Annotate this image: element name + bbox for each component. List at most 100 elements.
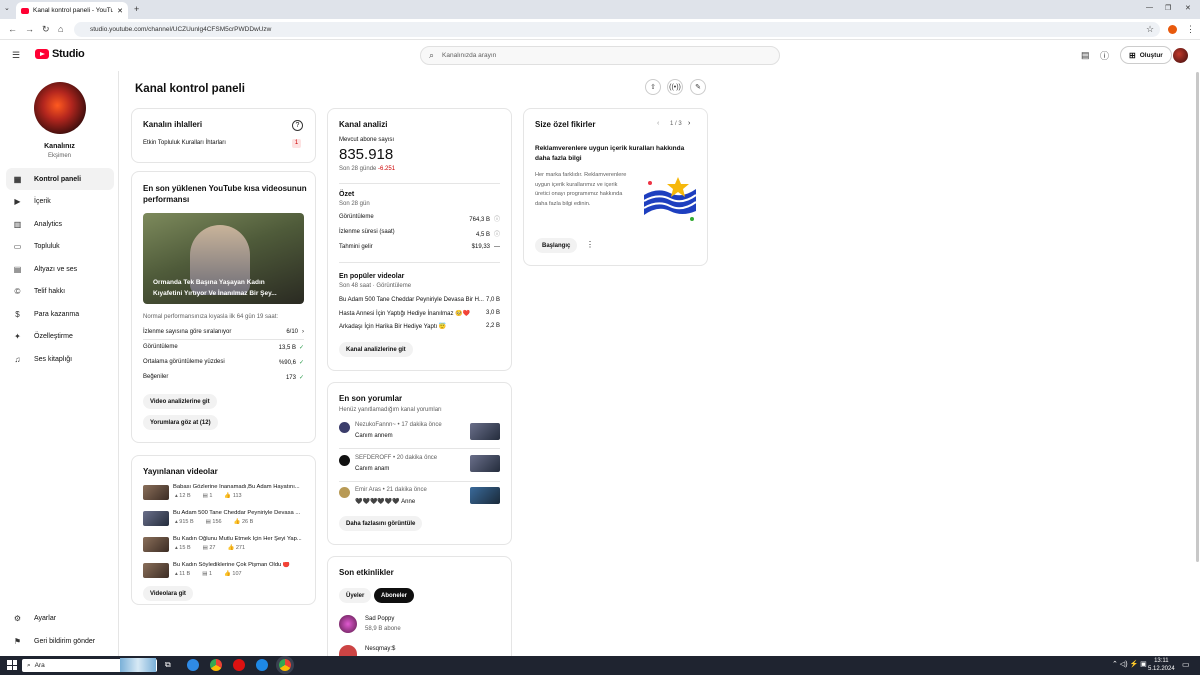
commenter-avatar[interactable] xyxy=(339,487,350,498)
commenter-avatar[interactable] xyxy=(339,455,350,466)
chevron-left-icon[interactable]: ‹ xyxy=(657,120,659,127)
scrollbar[interactable] xyxy=(1196,72,1199,562)
window-close-icon[interactable]: ✕ xyxy=(1185,4,1191,12)
sidebar-item-customization[interactable]: ✦ Özelleştirme xyxy=(6,325,114,347)
video-title[interactable]: Bu Kadın Söylediklerine Çok Pişman Oldu … xyxy=(173,562,305,568)
video-title[interactable]: Bu Kadın Oğlunu Mutlu Etmek İçin Her Şey… xyxy=(173,536,305,542)
new-tab-icon[interactable]: + xyxy=(134,4,139,14)
view-comments-button[interactable]: Yorumlara göz at (12) xyxy=(143,415,218,430)
sidebar-item-settings[interactable]: ⚙ Ayarlar xyxy=(6,607,114,629)
recent-activity-title: Son etkinlikler xyxy=(339,568,394,577)
chrome-active-icon[interactable] xyxy=(279,659,291,671)
likes-icon: 👍 107 xyxy=(224,571,242,577)
help-icon[interactable]: ? xyxy=(292,120,303,131)
edit-icon[interactable]: ✎ xyxy=(690,79,706,95)
sidebar-item-content[interactable]: ▶ İçerik xyxy=(6,190,114,212)
sidebar-item-subtitles[interactable]: ▤ Altyazı ve ses xyxy=(6,258,114,280)
task-view-icon[interactable]: ⧉ xyxy=(165,660,171,670)
studio-logo[interactable]: Studio xyxy=(35,48,85,60)
perf-row-likes: Beğeniler 173 ✓ xyxy=(143,374,304,381)
views-icon: ▴ 915 B xyxy=(175,519,194,525)
subscriber-name[interactable]: Sad Poppy xyxy=(365,616,394,622)
browser-tab[interactable]: Kanal kontrol paneli - YouTube ✕ xyxy=(16,2,128,19)
top-videos-title: En popüler videolar xyxy=(339,273,405,280)
sidebar-item-label: Ayarlar xyxy=(34,614,57,622)
sidebar-item-community[interactable]: ▭ Topluluk xyxy=(6,235,114,257)
tab-subscribers[interactable]: Aboneler xyxy=(374,588,415,603)
video-thumbnail[interactable] xyxy=(143,485,169,500)
file-explorer-icon[interactable] xyxy=(187,659,199,671)
hamburger-menu-icon[interactable]: ☰ xyxy=(12,50,20,61)
system-tray-icons[interactable]: ⌃ ◁) ⚡ ▣ xyxy=(1112,660,1147,668)
comment-video-thumbnail[interactable] xyxy=(470,487,500,504)
browser-menu-icon[interactable]: ⋮ xyxy=(1186,24,1195,35)
subscriber-name[interactable]: Nesqmay:$ xyxy=(365,646,395,652)
sidebar-item-dashboard[interactable]: ▦ Kontrol paneli xyxy=(6,168,114,190)
notifications-icon[interactable]: ▭ xyxy=(1182,660,1190,669)
likes-icon: 👍 113 xyxy=(224,493,242,499)
sidebar-item-monetization[interactable]: $ Para kazanma xyxy=(6,303,114,325)
back-icon[interactable]: ← xyxy=(8,24,17,35)
comment-video-thumbnail[interactable] xyxy=(470,423,500,440)
profile-icon[interactable] xyxy=(1168,25,1177,34)
sidebar-item-audio-library[interactable]: ♫ Ses kitaplığı xyxy=(6,348,114,370)
comment-author[interactable]: NezukoFannn~ xyxy=(355,422,396,428)
sidebar-item-copyright[interactable]: © Telif hakkı xyxy=(6,280,114,302)
view-more-comments-button[interactable]: Daha fazlasını görüntüle xyxy=(339,516,423,531)
ideas-heading: Reklamverenlere uygun içerik kuralları h… xyxy=(535,145,685,162)
upload-icon[interactable]: ⇧ xyxy=(645,79,661,95)
analytics-icon: ▥ xyxy=(13,219,22,229)
info-icon[interactable]: ⓘ xyxy=(494,232,500,238)
live-icon[interactable]: ((•)) xyxy=(667,79,683,95)
top-video-row[interactable]: Bu Adam 500 Tane Cheddar Peyniriyle Deva… xyxy=(339,297,500,303)
video-title[interactable]: Bu Adam 500 Tane Cheddar Peyniriyle Deva… xyxy=(173,510,305,516)
perf-row-ranking[interactable]: İzlenme sayısına göre sıralanıyor 6/10 › xyxy=(143,329,304,335)
channel-avatar[interactable] xyxy=(34,82,86,134)
address-bar[interactable]: studio.youtube.com/channel/UCZUunlg4CFSM… xyxy=(74,22,1160,37)
windows-start-icon[interactable] xyxy=(7,660,17,670)
likes-icon: 👍 271 xyxy=(227,545,246,551)
clock[interactable]: 13:11 5.12.2024 xyxy=(1148,657,1175,673)
opera-icon[interactable] xyxy=(233,659,245,671)
create-button[interactable]: ⊞ Oluştur xyxy=(1120,46,1172,64)
video-thumbnail[interactable] xyxy=(143,537,169,552)
comment-author[interactable]: SEFDEROFF xyxy=(355,455,391,461)
top-video-row[interactable]: Arkadaşı İçin Harika Bir Hediye Yaptı 😇 2… xyxy=(339,323,500,330)
video-analytics-button[interactable]: Video analizlerine git xyxy=(143,394,217,409)
video-thumbnail[interactable] xyxy=(143,511,169,526)
close-icon[interactable]: ✕ xyxy=(117,7,123,15)
home-icon[interactable]: ⌂ xyxy=(58,24,63,35)
comments-icon: ▤ 27 xyxy=(202,545,216,551)
more-options-icon[interactable]: ⋮ xyxy=(586,240,594,249)
help-icon[interactable]: ⓘ xyxy=(1100,49,1109,62)
edge-icon[interactable] xyxy=(256,659,268,671)
subscriber-avatar[interactable] xyxy=(339,645,357,656)
commenter-avatar[interactable] xyxy=(339,422,350,433)
go-to-videos-button[interactable]: Videolara git xyxy=(143,586,193,601)
chevron-right-icon[interactable]: › xyxy=(688,120,690,127)
perf-label: İzlenme sayısına göre sıralanıyor xyxy=(143,329,232,335)
sidebar-item-analytics[interactable]: ▥ Analytics xyxy=(6,213,114,235)
top-video-row[interactable]: Hasta Annesi İçin Yaptığı Hediye İnanılm… xyxy=(339,310,500,317)
video-stats: ▴ 15 B ▤ 27 👍 271 xyxy=(175,545,245,551)
channel-analytics-button[interactable]: Kanal analizlerine git xyxy=(339,342,413,357)
tab-menu-icon[interactable]: ⌄ xyxy=(4,4,10,12)
tab-members[interactable]: Üyeler xyxy=(339,588,372,603)
messages-icon[interactable]: ▤ xyxy=(1081,50,1090,61)
info-icon[interactable]: ⓘ xyxy=(494,217,500,223)
minimize-icon[interactable]: — xyxy=(1146,4,1153,11)
forward-icon[interactable]: → xyxy=(25,24,34,35)
reload-icon[interactable]: ↻ xyxy=(42,24,50,35)
comment-video-thumbnail[interactable] xyxy=(470,455,500,472)
sidebar-item-feedback[interactable]: ⚑ Geri bildirim gönder xyxy=(6,630,114,652)
subscriber-avatar[interactable] xyxy=(339,615,357,633)
get-started-button[interactable]: Başlangıç xyxy=(535,238,578,253)
restore-icon[interactable]: ❐ xyxy=(1165,4,1171,12)
account-avatar[interactable] xyxy=(1173,48,1188,63)
video-title[interactable]: Babası Gözlerine İnanamadı,Bu Adam Hayat… xyxy=(173,484,305,490)
comment-author[interactable]: Emir Aras xyxy=(355,487,381,493)
chrome-icon[interactable] xyxy=(210,659,222,671)
search-input[interactable]: ⌕ Kanalınızda arayın xyxy=(420,46,780,65)
bookmark-star-icon[interactable]: ☆ xyxy=(1146,24,1154,35)
video-thumbnail[interactable] xyxy=(143,563,169,578)
